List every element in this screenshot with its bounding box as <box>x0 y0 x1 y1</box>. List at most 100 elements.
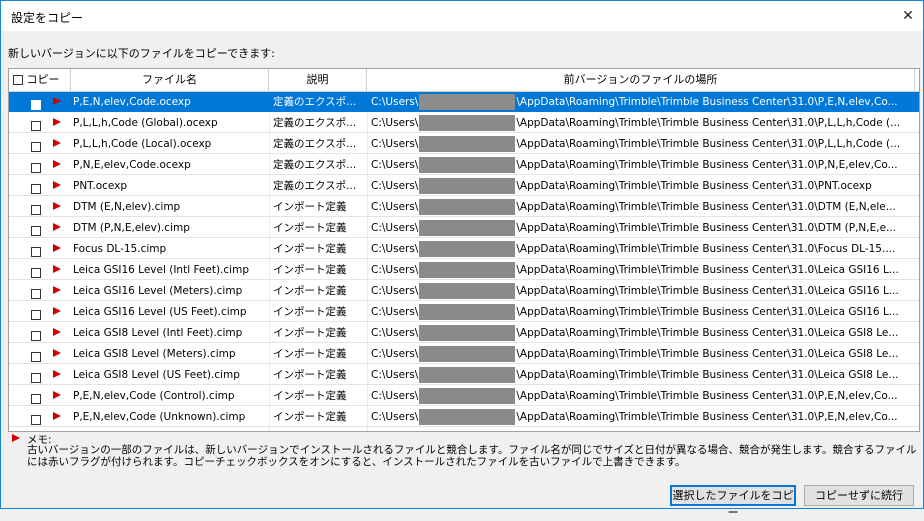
column-header-location[interactable]: 前バージョンのファイルの場所 <box>367 69 915 91</box>
continue-without-copy-button[interactable]: コピーせずに続行 <box>804 485 914 506</box>
copy-checkbox[interactable] <box>31 288 41 299</box>
table-row[interactable]: P,N,E,elev,Code.ocexp 定義のエクスポ... C:\Users\… <box>9 155 919 175</box>
location-cell: C:\Users\ \AppData\Roaming\Trimble\Trimbl… <box>371 197 915 217</box>
table-row[interactable]: DTM (E,N,elev).cimp インポート定義 C:\Users\ \AppD… <box>9 197 919 217</box>
description-cell: インポート定義 <box>273 327 347 339</box>
file-name-cell: Leica GSI16 Level (Meters).cimp <box>73 285 243 297</box>
copy-checkbox[interactable] <box>31 225 41 236</box>
file-name-cell: P,E,N,elev,Code (Control).cimp <box>73 390 235 402</box>
copy-checkbox-cell[interactable] <box>31 386 45 406</box>
copy-checkbox[interactable] <box>31 162 41 173</box>
copy-checkbox-cell[interactable] <box>31 134 45 154</box>
path-prefix: C:\Users\ <box>371 222 419 234</box>
copy-checkbox[interactable] <box>31 183 41 194</box>
path-suffix: \AppData\Roaming\Trimble\Trimble Busines… <box>516 180 872 192</box>
copy-checkbox-cell[interactable] <box>31 218 45 238</box>
conflict-flag-cell <box>53 176 65 196</box>
conflict-flag-cell <box>53 386 65 406</box>
description-cell: インポート定義 <box>273 369 347 381</box>
description-cell: インポート定義 <box>273 264 347 276</box>
redacted-username <box>419 115 516 131</box>
conflict-flag-icon <box>53 370 61 378</box>
copy-checkbox[interactable] <box>31 309 41 320</box>
path-suffix: \AppData\Roaming\Trimble\Trimble Busines… <box>516 411 898 423</box>
copy-checkbox-cell[interactable] <box>31 92 45 112</box>
close-icon[interactable]: ✕ <box>893 1 923 31</box>
path-suffix: \AppData\Roaming\Trimble\Trimble Busines… <box>516 117 901 129</box>
conflict-flag-icon <box>53 118 61 126</box>
copy-checkbox[interactable] <box>31 351 41 362</box>
copy-checkbox[interactable] <box>31 393 41 404</box>
table-row[interactable]: P,L,L,h,Code (Global).ocexp 定義のエクスポ... C:\… <box>9 113 919 133</box>
redacted-username <box>419 94 516 110</box>
table-row[interactable]: Leica GSI16 Level (US Feet).cimp インポート定義 C… <box>9 302 919 322</box>
location-cell: C:\Users\ \AppData\Roaming\Trimble\Trimbl… <box>371 407 915 427</box>
location-cell: C:\Users\ \AppData\Roaming\Trimble\Trimbl… <box>371 155 915 175</box>
table-row[interactable]: DTM (P,N,E,elev).cimp インポート定義 C:\Users\ \Ap… <box>9 218 919 238</box>
copy-checkbox-cell[interactable] <box>31 407 45 427</box>
copy-checkbox-cell[interactable] <box>31 323 45 343</box>
redacted-username <box>419 283 516 299</box>
copy-checkbox-cell[interactable] <box>31 239 45 259</box>
copy-checkbox-cell[interactable] <box>31 176 45 196</box>
path-suffix: \AppData\Roaming\Trimble\Trimble Busines… <box>516 285 899 297</box>
description-cell: インポート定義 <box>273 222 347 234</box>
copy-checkbox[interactable] <box>31 330 41 341</box>
copy-checkbox-cell[interactable] <box>31 113 45 133</box>
copy-checkbox-cell[interactable] <box>31 302 45 322</box>
table-row[interactable]: Leica GSI16 Level (Intl Feet).cimp インポート定… <box>9 260 919 280</box>
column-header-description[interactable]: 説明 <box>269 69 367 91</box>
copy-selected-files-button[interactable]: 選択したファイルをコピー <box>670 485 796 519</box>
table-row[interactable]: PNT.ocexp 定義のエクスポ... C:\Users\ \AppData\Roa… <box>9 176 919 196</box>
table-row[interactable]: P,E,N,elev,Code (Control).cimp インポート定義 C:\… <box>9 386 919 406</box>
table-row[interactable]: P,E,N,elev,Code (Unknown).cimp インポート定義 C:\… <box>9 407 919 427</box>
description-cell: 定義のエクスポ... <box>273 138 357 150</box>
copy-checkbox-cell[interactable] <box>31 197 45 217</box>
copy-checkbox[interactable] <box>31 372 41 383</box>
copy-checkbox-cell[interactable] <box>31 155 45 175</box>
copy-checkbox-cell[interactable] <box>31 281 45 301</box>
file-name-cell: Leica GSI8 Level (Meters).cimp <box>73 348 236 360</box>
redacted-username <box>419 262 516 278</box>
copy-checkbox[interactable] <box>31 267 41 278</box>
copy-checkbox[interactable] <box>31 141 41 152</box>
conflict-flag-icon <box>53 349 61 357</box>
copy-checkbox-cell[interactable] <box>31 344 45 364</box>
description-cell: インポート定義 <box>273 243 347 255</box>
path-prefix: C:\Users\ <box>371 348 419 360</box>
conflict-flag-cell <box>53 92 65 112</box>
copy-checkbox[interactable] <box>31 99 41 110</box>
path-suffix: \AppData\Roaming\Trimble\Trimble Busines… <box>516 369 899 381</box>
table-row[interactable]: Leica GSI8 Level (Meters).cimp インポート定義 C:\… <box>9 344 919 364</box>
select-all-checkbox[interactable] <box>13 75 23 85</box>
table-row[interactable]: Leica GSI8 Level (US Feet).cimp インポート定義 C:… <box>9 365 919 385</box>
conflict-flag-cell <box>53 155 65 175</box>
redacted-username <box>419 409 516 425</box>
copy-checkbox-cell[interactable] <box>31 260 45 280</box>
conflict-flag-cell <box>53 302 65 322</box>
table-row[interactable]: Leica GSI16 Level (Meters).cimp インポート定義 C:… <box>9 281 919 301</box>
redacted-username <box>419 388 516 404</box>
copy-checkbox[interactable] <box>31 414 41 425</box>
instruction-text: 新しいバージョンに以下のファイルをコピーできます: <box>8 47 275 60</box>
conflict-flag-cell <box>53 344 65 364</box>
file-list-table: コピー ファイル名 説明 前バージョンのファイルの場所 P,E,N,elev,C… <box>8 68 920 432</box>
redacted-username <box>419 325 516 341</box>
table-row[interactable]: P,L,L,h,Code (Local).ocexp 定義のエクスポ... C:\U… <box>9 134 919 154</box>
table-row[interactable]: P,E,N,elev,Code.ocexp 定義のエクスポ... C:\Users\… <box>9 92 919 112</box>
table-row[interactable]: Focus DL-15.cimp インポート定義 C:\Users\ \AppData… <box>9 239 919 259</box>
file-name-cell: Leica GSI16 Level (US Feet).cimp <box>73 306 247 318</box>
table-row[interactable]: Leica GSI8 Level (Intl Feet).cimp インポート定義… <box>9 323 919 343</box>
copy-checkbox[interactable] <box>31 120 41 131</box>
conflict-flag-cell <box>53 197 65 217</box>
location-cell: C:\Users\ \AppData\Roaming\Trimble\Trimbl… <box>371 134 915 154</box>
column-header-copy[interactable]: コピー <box>9 69 71 91</box>
column-header-file-name[interactable]: ファイル名 <box>71 69 269 91</box>
path-prefix: C:\Users\ <box>371 243 419 255</box>
path-prefix: C:\Users\ <box>371 285 419 297</box>
copy-checkbox[interactable] <box>31 246 41 257</box>
path-suffix: \AppData\Roaming\Trimble\Trimble Busines… <box>516 138 901 150</box>
copy-checkbox-cell[interactable] <box>31 365 45 385</box>
path-prefix: C:\Users\ <box>371 411 419 423</box>
copy-checkbox[interactable] <box>31 204 41 215</box>
